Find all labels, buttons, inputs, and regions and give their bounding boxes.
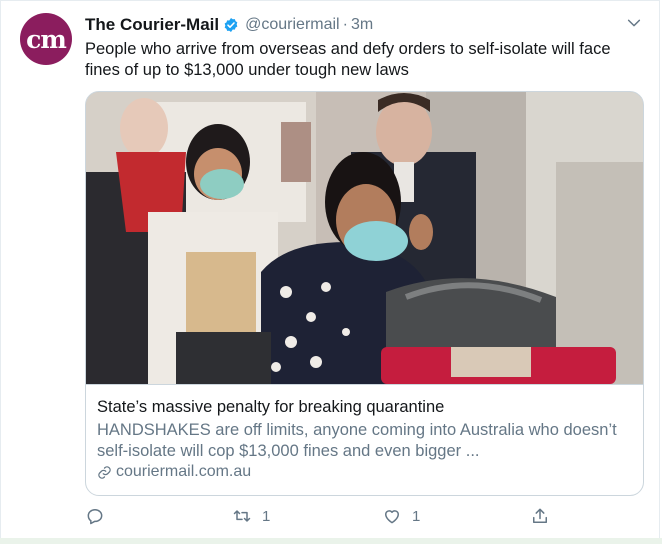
chevron-down-icon[interactable] [626,15,642,31]
retweet-icon [233,510,251,522]
card-domain-text: couriermail.com.au [116,463,252,480]
avatar[interactable]: cm [20,13,72,65]
retweet-button[interactable]: 1 [232,506,270,526]
share-button[interactable] [530,506,550,526]
like-count: 1 [412,507,421,525]
card-description: HANDSHAKES are off limits, anyone coming… [97,421,617,460]
card-image[interactable] [86,92,644,384]
action-bar: 1 1 [85,506,645,530]
verified-badge-icon [224,18,238,32]
like-button[interactable]: 1 [382,506,420,526]
share-icon [533,508,547,523]
card-domain[interactable]: couriermail.com.au [97,463,251,481]
bottom-border [0,538,662,544]
tweet-header: The Courier-Mail @couriermail · 3m [85,14,373,36]
tweet-text: People who arrive from overseas and defy… [85,40,611,79]
tweet-time[interactable]: 3m [351,16,373,34]
separator-dot: · [342,16,348,33]
author-name[interactable]: The Courier-Mail [85,15,219,35]
link-card[interactable]: State’s massive penalty for breaking qua… [85,91,644,496]
author-handle[interactable]: @couriermail [245,16,339,34]
card-divider [86,384,643,385]
like-icon [385,510,399,524]
card-title[interactable]: State’s massive penalty for breaking qua… [97,398,444,417]
tweet-container[interactable]: cm The Courier-Mail @couriermail · 3m Pe… [0,0,660,542]
reply-icon [87,509,103,525]
reply-button[interactable] [85,506,115,526]
retweet-count: 1 [262,507,271,525]
link-icon [98,465,111,479]
